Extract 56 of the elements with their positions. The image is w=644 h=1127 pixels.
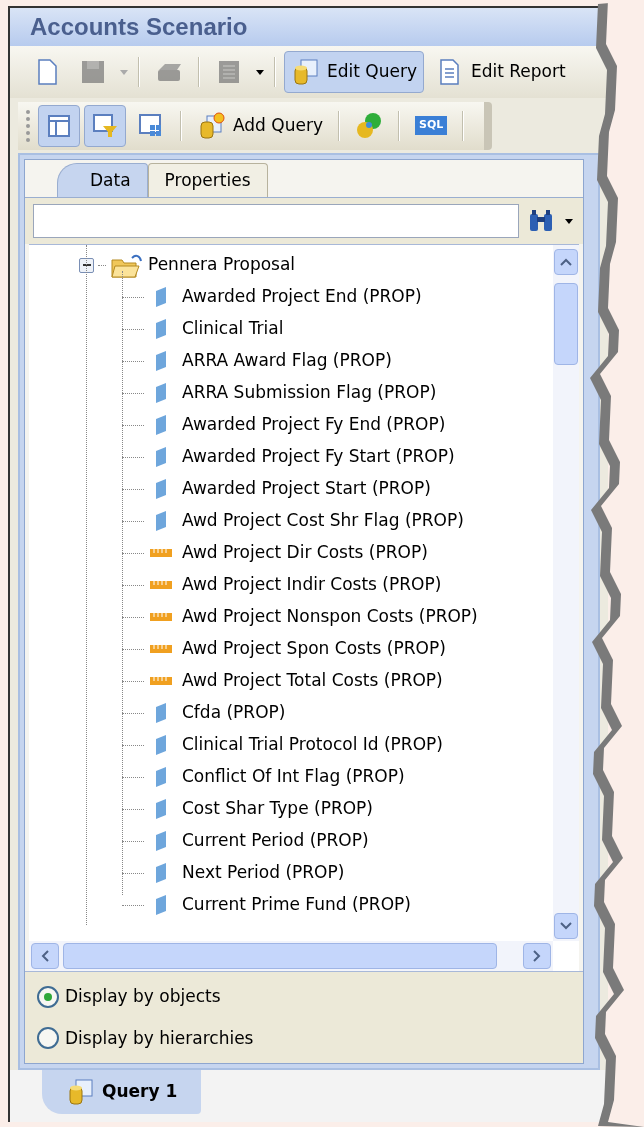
radio-option[interactable]: Display by hierarchies (37, 1025, 571, 1051)
database-icon (291, 58, 319, 86)
window-title: Accounts Scenario (30, 12, 248, 42)
sql-button[interactable]: SQL (408, 104, 455, 147)
scroll-up-button[interactable] (554, 249, 578, 275)
horizontal-scrollbar[interactable] (29, 941, 553, 971)
tree-item[interactable]: Cfda (PROP) (182, 700, 286, 726)
database-icon (66, 1078, 94, 1106)
tree-item[interactable]: Current Period (PROP) (182, 828, 369, 854)
filter-icon (91, 111, 119, 140)
radio-option[interactable]: Display by objects (37, 984, 571, 1010)
tree-item[interactable]: ARRA Award Flag (PROP) (182, 348, 392, 374)
tree-item[interactable]: Cost Shar Type (PROP) (182, 796, 373, 822)
tree-item[interactable]: Clinical Trial Protocol Id (PROP) (182, 732, 443, 758)
scroll-left-button[interactable] (31, 943, 59, 969)
tree-item[interactable]: Awarded Project Start (PROP) (182, 476, 431, 502)
tree-item[interactable]: Next Period (PROP) (182, 860, 345, 886)
filter-button[interactable] (84, 104, 126, 147)
tree-item[interactable]: Clinical Trial (182, 316, 284, 342)
scroll-down-button[interactable] (554, 913, 578, 939)
tab[interactable]: Data (57, 163, 148, 197)
tree-item[interactable]: Awarded Project Fy Start (PROP) (182, 444, 455, 470)
toolbar-button[interactable]: Edit Report (428, 51, 573, 93)
tab[interactable]: Query 1 (42, 1070, 202, 1114)
vertical-scrollbar[interactable] (553, 245, 579, 941)
collapse-toggle[interactable] (79, 257, 94, 273)
tree-item[interactable]: Awd Project Cost Shr Flag (PROP) (182, 508, 464, 534)
tree-item[interactable]: Awd Project Indir Costs (PROP) (182, 572, 442, 598)
toolbar-button[interactable]: Add Query (190, 104, 330, 147)
tree-item[interactable]: Awarded Project Fy End (PROP) (182, 412, 446, 438)
radio-button[interactable] (37, 1027, 59, 1050)
tree-item[interactable]: Awd Project Spon Costs (PROP) (182, 636, 446, 662)
caret-icon[interactable] (563, 217, 575, 225)
tree-item[interactable]: Awarded Project End (PROP) (182, 284, 422, 310)
tree-item[interactable]: Awd Project Nonspon Costs (PROP) (182, 604, 478, 630)
toolbar-button[interactable]: Edit Query (284, 51, 424, 93)
add-database-icon (197, 111, 225, 140)
search-field[interactable] (33, 204, 519, 238)
spheres-icon (355, 111, 383, 140)
tree-item[interactable]: Current Prime Fund (PROP) (182, 892, 411, 918)
caret-icon[interactable] (254, 68, 266, 76)
scroll-right-button[interactable] (523, 943, 551, 969)
floppy-icon (79, 58, 107, 86)
tree-item[interactable]: Conflict Of Int Flag (PROP) (182, 764, 405, 790)
folder-icon (110, 252, 144, 278)
tab[interactable]: Properties (147, 163, 268, 197)
scroll-thumb[interactable] (554, 283, 578, 365)
radio-button[interactable] (37, 985, 59, 1008)
tree-item[interactable]: Awd Project Dir Costs (PROP) (182, 540, 428, 566)
tree-item[interactable]: ARRA Submission Flag (PROP) (182, 380, 437, 406)
layout-button[interactable] (38, 104, 80, 147)
scroll-thumb[interactable] (63, 943, 497, 969)
sql-label: SQL (415, 116, 448, 135)
tree-item[interactable]: Pennera Proposal (148, 252, 296, 278)
binoculars-icon[interactable] (527, 208, 555, 234)
tree-item[interactable]: Awd Project Total Costs (PROP) (182, 668, 443, 694)
